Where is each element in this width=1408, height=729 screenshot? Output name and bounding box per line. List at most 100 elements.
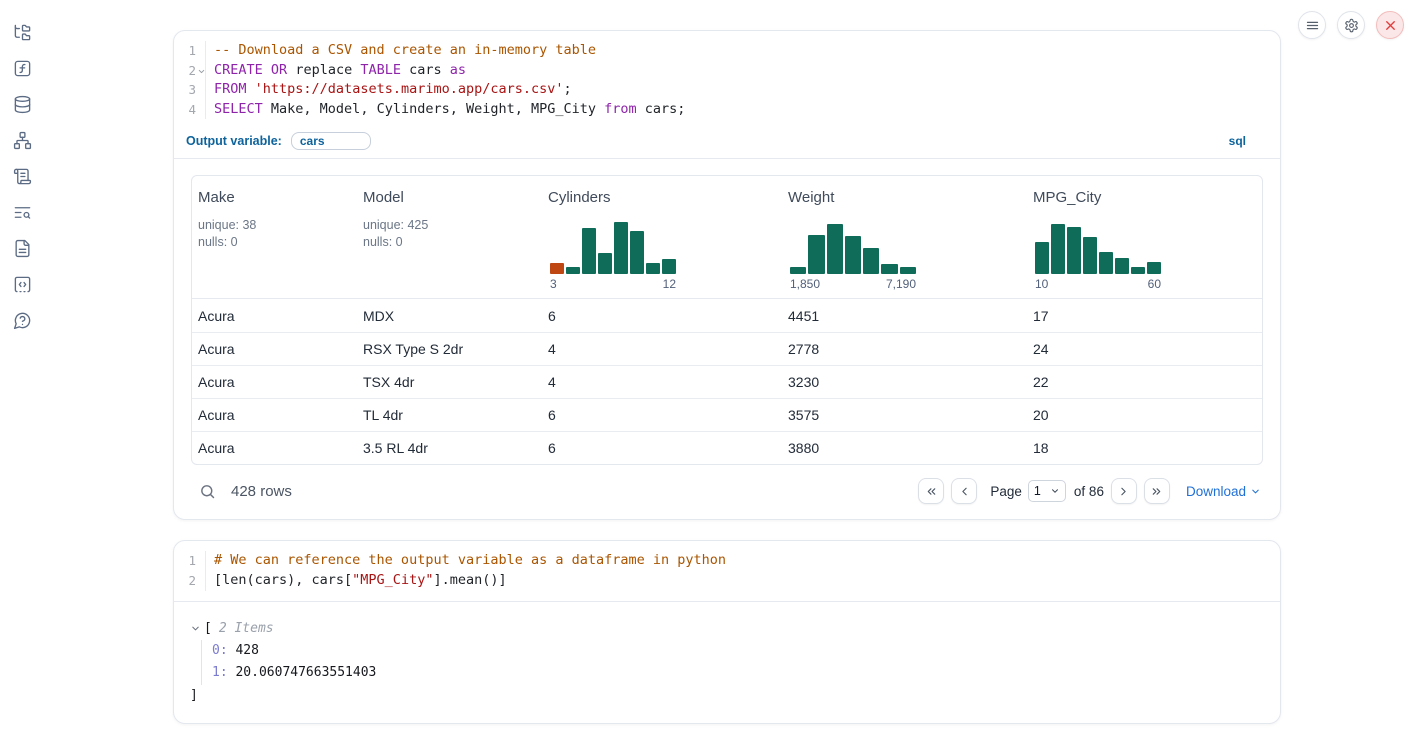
table-cell: 3230 <box>782 374 1027 390</box>
close-bracket: ] <box>190 685 1264 707</box>
fold-chevron-icon[interactable] <box>197 67 206 76</box>
table-row: AcuraTL 4dr6357520 <box>192 398 1262 431</box>
column-name: Weight <box>788 189 1021 206</box>
open-bracket: [ <box>204 618 212 640</box>
line-number: 1 <box>174 551 206 571</box>
line-number: 2 <box>174 571 206 591</box>
function-square-icon[interactable] <box>13 59 32 78</box>
column-header-model[interactable]: Modelunique: 425nulls: 0 <box>357 176 542 298</box>
notebook: 1-- Download a CSV and create an in-memo… <box>173 30 1281 724</box>
table-cell: Acura <box>192 374 357 390</box>
items-count-label: 2 Items <box>219 618 274 640</box>
file-text-icon[interactable] <box>13 239 32 258</box>
histogram-bar <box>1035 242 1049 274</box>
list-item: 0: 428 <box>212 640 1264 662</box>
last-page-button[interactable] <box>1144 478 1170 504</box>
line-number: 2 <box>174 61 206 81</box>
column-histogram: 10 60 <box>1035 222 1161 291</box>
scroll-text-icon[interactable] <box>13 167 32 186</box>
table-cell: 22 <box>1027 374 1262 390</box>
snippets-code-icon[interactable] <box>13 275 32 294</box>
code-text: FROM 'https://datasets.marimo.app/cars.c… <box>206 80 572 100</box>
code-text: CREATE OR replace TABLE cars as <box>206 61 466 81</box>
histogram-min-label: 10 <box>1035 277 1048 291</box>
first-page-button[interactable] <box>918 478 944 504</box>
chevron-down-icon <box>1050 486 1060 496</box>
notebook-actions <box>1298 11 1404 39</box>
histogram-bar <box>1067 227 1081 274</box>
histogram-bar <box>582 228 596 274</box>
database-icon[interactable] <box>13 95 32 114</box>
page-total: of 86 <box>1074 484 1104 499</box>
network-graph-icon[interactable] <box>13 131 32 150</box>
histogram-bar <box>630 231 644 274</box>
chevron-down-icon <box>1250 486 1261 497</box>
code-line: 3FROM 'https://datasets.marimo.app/cars.… <box>174 80 1280 100</box>
shutdown-button[interactable] <box>1376 11 1404 39</box>
histogram-bar <box>808 235 824 274</box>
table-cell: 2778 <box>782 341 1027 357</box>
table-cell: 4 <box>542 374 782 390</box>
column-header-make[interactable]: Make unique: 38nulls: 0 <box>192 176 357 298</box>
table-cell: 4 <box>542 341 782 357</box>
code-line: 1-- Download a CSV and create an in-memo… <box>174 41 1280 61</box>
column-histogram: 312 <box>550 222 676 291</box>
column-name: Model <box>363 189 536 206</box>
table-body: AcuraMDX6445117AcuraRSX Type S 2dr427782… <box>192 299 1262 464</box>
language-badge[interactable]: sql <box>1229 134 1246 148</box>
line-number: 4 <box>174 100 206 120</box>
table-cell: MDX <box>357 308 542 324</box>
page-select[interactable]: 1 <box>1028 480 1066 502</box>
column-header-weight[interactable]: Weight1,8507,190 <box>782 176 1027 298</box>
chevron-right-icon <box>1117 485 1130 498</box>
histogram-bar <box>1115 258 1129 274</box>
file-tree-icon[interactable] <box>13 23 32 42</box>
data-table: Make unique: 38nulls: 0Modelunique: 425nu… <box>191 175 1263 465</box>
table-row: AcuraTSX 4dr4323022 <box>192 365 1262 398</box>
histogram-bar <box>1083 237 1097 274</box>
histogram-bar <box>1099 252 1113 274</box>
output-variable-input[interactable] <box>291 132 371 150</box>
previous-page-button[interactable] <box>951 478 977 504</box>
search-icon[interactable] <box>199 483 216 500</box>
column-name: Make <box>198 189 351 206</box>
python-cell: 1# We can reference the output variable … <box>173 540 1281 724</box>
download-button[interactable]: Download <box>1186 484 1261 499</box>
tree-root: [ 2 Items <box>190 618 1264 640</box>
table-row: Acura3.5 RL 4dr6388018 <box>192 431 1262 464</box>
tree-entries: 0: 4281: 20.060747663551403 <box>201 640 1264 685</box>
column-header-mpg_city[interactable]: MPG_City1060 <box>1027 176 1262 298</box>
table-cell: 17 <box>1027 308 1262 324</box>
output-variable-row: Output variable: sql <box>174 128 1280 159</box>
table-cell: Acura <box>192 341 357 357</box>
histogram-bar <box>550 263 564 274</box>
table-cell: 20 <box>1027 407 1262 423</box>
histogram-bar <box>614 222 628 274</box>
settings-gear-icon <box>1344 18 1359 33</box>
table-cell: 18 <box>1027 440 1262 456</box>
code-line: 2[len(cars), cars["MPG_City"].mean()] <box>174 571 1280 591</box>
histogram-max-label: 12 <box>663 277 676 291</box>
histogram-bar <box>1147 262 1161 274</box>
histogram-bar <box>566 267 580 274</box>
table-cell: Acura <box>192 440 357 456</box>
histogram-max-label: 60 <box>1148 277 1161 291</box>
text-search-icon[interactable] <box>13 203 32 222</box>
histogram-bar <box>598 253 612 274</box>
settings-button[interactable] <box>1337 11 1365 39</box>
code-text: # We can reference the output variable a… <box>206 551 726 571</box>
help-bubble-icon[interactable] <box>13 311 32 330</box>
collapse-chevron-icon[interactable] <box>190 623 201 634</box>
table-cell: 6 <box>542 440 782 456</box>
menu-button[interactable] <box>1298 11 1326 39</box>
column-stats: unique: 38nulls: 0 <box>198 217 351 250</box>
table-cell: 6 <box>542 407 782 423</box>
next-page-button[interactable] <box>1111 478 1137 504</box>
sidebar <box>0 0 44 729</box>
python-code-editor[interactable]: 1# We can reference the output variable … <box>174 541 1280 601</box>
code-line: 2CREATE OR replace TABLE cars as <box>174 61 1280 81</box>
histogram-bar <box>790 267 806 274</box>
column-header-cylinders[interactable]: Cylinders312 <box>542 176 782 298</box>
table-cell: Acura <box>192 407 357 423</box>
sql-code-editor[interactable]: 1-- Download a CSV and create an in-memo… <box>174 31 1280 128</box>
